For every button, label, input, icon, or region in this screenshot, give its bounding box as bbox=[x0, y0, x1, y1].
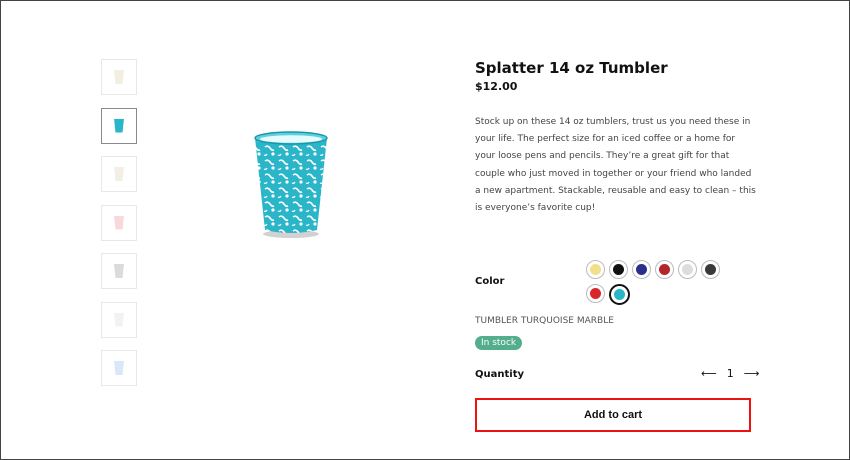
product-title: Splatter 14 oz Tumbler bbox=[475, 59, 668, 77]
color-swatch-white[interactable] bbox=[678, 260, 697, 279]
add-to-cart-button[interactable]: Add to cart bbox=[475, 398, 751, 432]
swatch-color-dot bbox=[613, 264, 624, 275]
thumbnail-4[interactable] bbox=[101, 204, 137, 241]
swatch-color-dot bbox=[705, 264, 716, 275]
product-price: $12.00 bbox=[475, 80, 518, 93]
quantity-label: Quantity bbox=[475, 369, 524, 380]
increment-button[interactable]: ⟶ bbox=[744, 367, 760, 380]
color-swatch-turquoise[interactable] bbox=[609, 284, 630, 305]
color-label: Color bbox=[475, 276, 505, 287]
color-swatch-yellow[interactable] bbox=[586, 260, 605, 279]
thumbnail-cup-image bbox=[114, 312, 124, 327]
thumbnail-3[interactable] bbox=[101, 156, 137, 192]
swatch-color-dot bbox=[659, 264, 670, 275]
color-swatch-black[interactable] bbox=[609, 260, 628, 279]
swatch-color-dot bbox=[590, 264, 601, 275]
stock-badge: In stock bbox=[475, 336, 523, 350]
thumbnail-1[interactable] bbox=[101, 59, 137, 95]
thumbnail-cup-image bbox=[114, 215, 124, 230]
decrement-button[interactable]: ⟵ bbox=[701, 367, 717, 380]
thumbnail-cup-image bbox=[114, 118, 124, 133]
quantity-value: 1 bbox=[726, 367, 734, 380]
thumbnail-cup-image bbox=[114, 167, 124, 181]
swatch-color-dot bbox=[636, 264, 647, 275]
thumbnail-5[interactable] bbox=[101, 253, 137, 289]
color-swatch-bright-red[interactable] bbox=[586, 284, 605, 303]
thumbnail-6[interactable] bbox=[101, 301, 137, 338]
tumbler-image bbox=[254, 131, 328, 238]
swatch-color-dot bbox=[682, 264, 693, 275]
thumbnail-cup-image bbox=[114, 70, 124, 84]
thumbnail-cup-image bbox=[114, 264, 124, 278]
color-swatch-navy[interactable] bbox=[632, 260, 651, 279]
swatch-color-dot bbox=[614, 289, 625, 300]
main-product-image bbox=[165, 59, 417, 311]
product-description: Stock up on these 14 oz tumblers, trust … bbox=[475, 117, 756, 214]
selected-variant-name: TUMBLER TURQUOISE MARBLE bbox=[475, 316, 614, 326]
color-swatch-red[interactable] bbox=[655, 260, 674, 279]
thumbnail-cup-image bbox=[114, 361, 124, 375]
thumbnail-7[interactable] bbox=[101, 350, 137, 386]
quantity-stepper: ⟵ 1 ⟶ bbox=[701, 367, 760, 380]
swatch-color-dot bbox=[590, 288, 601, 299]
thumbnail-2[interactable] bbox=[101, 107, 137, 144]
product-page: Splatter 14 oz Tumbler $12.00 Stock up o… bbox=[0, 0, 850, 460]
color-swatch-dark-gray[interactable] bbox=[701, 260, 720, 279]
